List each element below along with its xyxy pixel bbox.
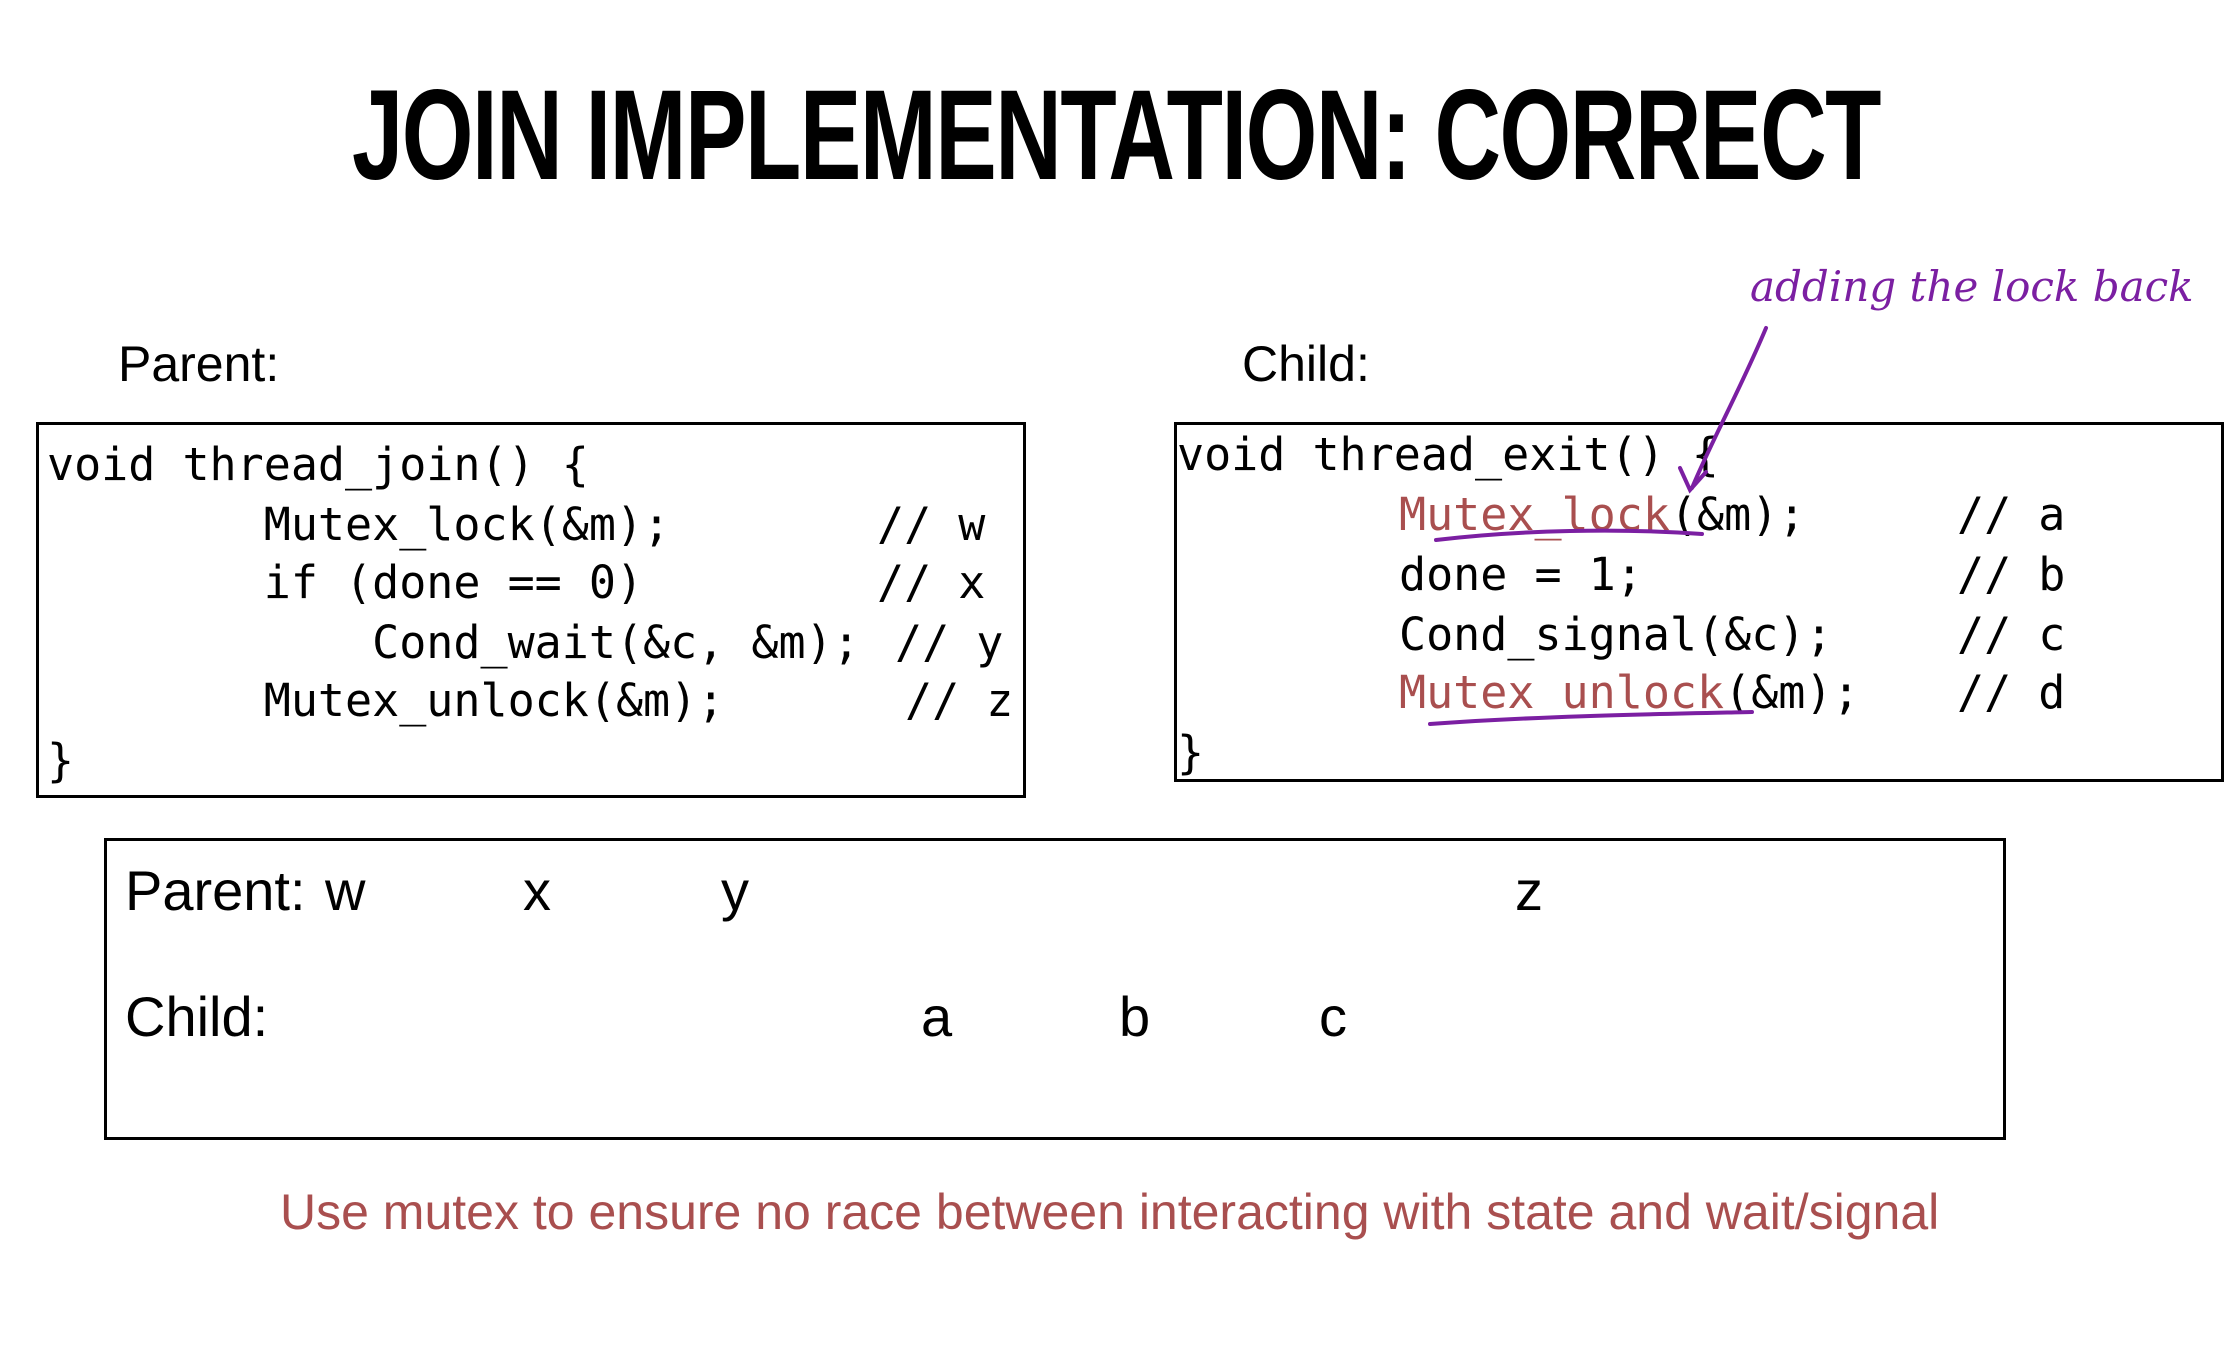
sequence-step-w: w	[325, 859, 366, 922]
mutex-lock-highlight: Mutex_lock	[1399, 488, 1670, 541]
child-code-line: done = 1;	[1399, 548, 1643, 601]
parent-comment-z: // z	[905, 674, 1014, 727]
parent-comment-w: // w	[877, 498, 986, 551]
parent-code-line: Mutex_lock(&m);	[47, 498, 671, 551]
mutex-unlock-highlight: Mutex_unlock	[1399, 666, 1725, 719]
parent-comment-y: // y	[895, 616, 1004, 669]
child-comment-a: // a	[1957, 488, 2066, 541]
parent-code-line: Mutex_unlock(&m);	[47, 674, 725, 727]
sequence-step-b: b	[1119, 985, 1151, 1048]
child-code-line: Mutex_unlock(&m);	[1399, 666, 1860, 719]
parent-comment-x: // x	[877, 556, 986, 609]
child-code-line: }	[1177, 726, 1205, 779]
parent-code-line: if (done == 0)	[47, 556, 644, 609]
parent-code-line: }	[47, 734, 75, 787]
handwritten-annotation: adding the lock back	[1750, 262, 2194, 311]
sequence-step-x: x	[523, 859, 551, 922]
child-comment-d: // d	[1957, 666, 2066, 719]
sequence-step-a: a	[921, 985, 953, 1048]
sequence-step-z: z	[1515, 859, 1543, 922]
child-code-line: Mutex_lock(&m);	[1399, 488, 1806, 541]
execution-sequence-box: Parent: w x y z Child: a b c	[104, 838, 2006, 1140]
child-label: Child:	[1242, 336, 1370, 392]
child-comment-b: // b	[1957, 548, 2066, 601]
sequence-step-y: y	[721, 859, 749, 922]
child-comment-c: // c	[1957, 608, 2066, 661]
child-code-line: Cond_signal(&c);	[1399, 608, 1833, 661]
page-title: JOIN IMPLEMENTATION: CORRECT	[351, 64, 1882, 207]
parent-label: Parent:	[118, 336, 280, 392]
parent-code-box: void thread_join() { Mutex_lock(&m); if …	[36, 422, 1026, 798]
sequence-child-label: Child:	[125, 985, 269, 1048]
sequence-parent-label: Parent:	[125, 859, 306, 922]
parent-code-line: Cond_wait(&c, &m);	[47, 616, 860, 669]
child-code-box: void thread_exit() { Mutex_lock(&m); don…	[1174, 422, 2224, 782]
parent-code-line: void thread_join() {	[47, 438, 589, 491]
sequence-step-c: c	[1319, 985, 1347, 1048]
footer-note: Use mutex to ensure no race between inte…	[280, 1184, 1940, 1240]
child-code-line: void thread_exit() {	[1177, 428, 1719, 481]
